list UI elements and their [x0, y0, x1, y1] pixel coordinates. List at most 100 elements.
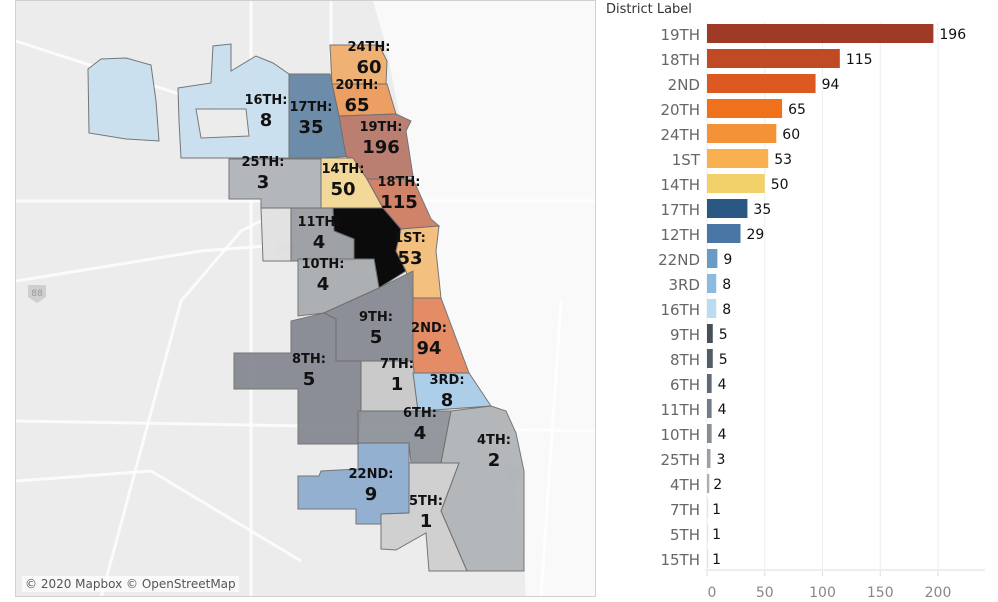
district-name: 5TH:: [409, 494, 443, 509]
x-tick-label: 200: [925, 585, 952, 601]
district-name: 22ND:: [349, 467, 394, 482]
district-count: 65: [344, 95, 369, 116]
district-count: 2: [488, 450, 501, 471]
bar-11th[interactable]: [707, 399, 712, 418]
bar-14th[interactable]: [707, 174, 765, 193]
bar-18th[interactable]: [707, 49, 840, 68]
category-label: 12TH: [660, 226, 700, 244]
bar-value-label: 5: [719, 352, 728, 368]
bar-24th[interactable]: [707, 124, 777, 143]
bar-value-label: 29: [746, 227, 764, 243]
district-name: 8TH:: [292, 352, 326, 367]
district-15th[interactable]: [260, 207, 292, 262]
district-count: 94: [416, 338, 441, 359]
category-label: 17TH: [660, 201, 700, 219]
bar-12th[interactable]: [707, 224, 741, 243]
bar-value-label: 196: [939, 27, 966, 43]
category-label: 19TH: [660, 26, 700, 44]
district-count: 4: [313, 232, 326, 253]
x-tick-label: 50: [756, 585, 774, 601]
district-count: 1: [420, 511, 433, 532]
bar-3rd[interactable]: [707, 274, 717, 293]
district-count: 5: [303, 369, 316, 390]
district-name: 7TH:: [380, 357, 414, 372]
category-label: 7TH: [670, 501, 700, 519]
district-name: 1ST:: [394, 231, 426, 246]
district-count: 50: [330, 179, 355, 200]
map-attribution[interactable]: © 2020 Mapbox © OpenStreetMap: [22, 576, 239, 592]
bar-20th[interactable]: [707, 99, 783, 118]
category-label: 1ST: [672, 151, 701, 169]
category-label: 11TH: [660, 401, 700, 419]
district-name: 11TH:: [297, 215, 340, 230]
bar-value-label: 3: [716, 452, 725, 468]
bar-8th[interactable]: [707, 349, 713, 368]
district-name: 17TH:: [289, 100, 332, 115]
district-name: 3RD:: [429, 373, 464, 388]
bar-7th[interactable]: [707, 499, 709, 518]
district-count: 115: [380, 192, 418, 213]
bar-5th[interactable]: [707, 524, 709, 543]
x-tick-label: 150: [867, 585, 894, 601]
category-label: 9TH: [670, 326, 700, 344]
district-name: 14TH:: [321, 162, 364, 177]
bar-9th[interactable]: [707, 324, 713, 343]
bar-value-label: 35: [753, 202, 771, 218]
bar-value-label: 8: [722, 302, 731, 318]
district-count: 196: [362, 137, 400, 158]
category-label: 3RD: [668, 276, 700, 294]
bar-10th[interactable]: [707, 424, 712, 443]
district-count: 8: [260, 110, 273, 131]
category-label: 20TH: [660, 101, 700, 119]
district-label-18th: 18TH: 115: [377, 175, 420, 213]
highway-shield-icon: 88: [28, 285, 46, 303]
category-label: 8TH: [670, 351, 700, 369]
district-22nd[interactable]: [297, 442, 410, 525]
bar-value-label: 4: [718, 402, 727, 418]
bar-16th[interactable]: [707, 299, 717, 318]
road: [16, 469, 302, 563]
bar-22nd[interactable]: [707, 249, 718, 268]
district-name: 4TH:: [477, 433, 511, 448]
category-label: 10TH: [660, 426, 700, 444]
category-label: 2ND: [668, 76, 700, 94]
bar-value-label: 1: [712, 527, 721, 543]
bar-value-label: 115: [846, 52, 873, 68]
district-name: 10TH:: [301, 257, 344, 272]
x-tick-label: 100: [809, 585, 836, 601]
bar-15th[interactable]: [707, 549, 709, 568]
category-label: 5TH: [670, 526, 700, 544]
category-label: 18TH: [660, 51, 700, 69]
category-label: 24TH: [660, 126, 700, 144]
bar-25th[interactable]: [707, 449, 711, 468]
district-count: 60: [356, 57, 381, 78]
district-name: 18TH:: [377, 175, 420, 190]
bar-value-label: 94: [822, 77, 840, 93]
bar-4th[interactable]: [707, 474, 710, 493]
district-count: 1: [391, 374, 404, 395]
bar-value-label: 4: [718, 377, 727, 393]
district-count: 8: [441, 390, 454, 411]
bar-6th[interactable]: [707, 374, 712, 393]
category-label: 22ND: [658, 251, 700, 269]
bar-value-label: 4: [718, 427, 727, 443]
category-label: 14TH: [660, 176, 700, 194]
district-name: 9TH:: [359, 310, 393, 325]
bar-value-label: 5: [719, 327, 728, 343]
district-16th[interactable]: [87, 57, 160, 142]
map-canvas[interactable]: 882909024TH:6020TH:6516TH:817TH:3519TH:1…: [15, 1, 596, 597]
district-name: 24TH:: [347, 40, 390, 55]
bar-value-label: 8: [722, 277, 731, 293]
district-name: 25TH:: [241, 155, 284, 170]
district-name: 20TH:: [335, 78, 378, 93]
category-label: 16TH: [660, 301, 700, 319]
bar-17th[interactable]: [707, 199, 748, 218]
category-label: 25TH: [660, 451, 700, 469]
bar-19th[interactable]: [707, 24, 934, 43]
bar-2nd[interactable]: [707, 74, 816, 93]
district-map[interactable]: 882909024TH:6020TH:6516TH:817TH:3519TH:1…: [15, 0, 596, 597]
bar-1st[interactable]: [707, 149, 769, 168]
map-hole: [195, 108, 250, 139]
shield-number: 88: [31, 289, 43, 299]
district-label-1st: 1ST: 53: [394, 231, 426, 269]
